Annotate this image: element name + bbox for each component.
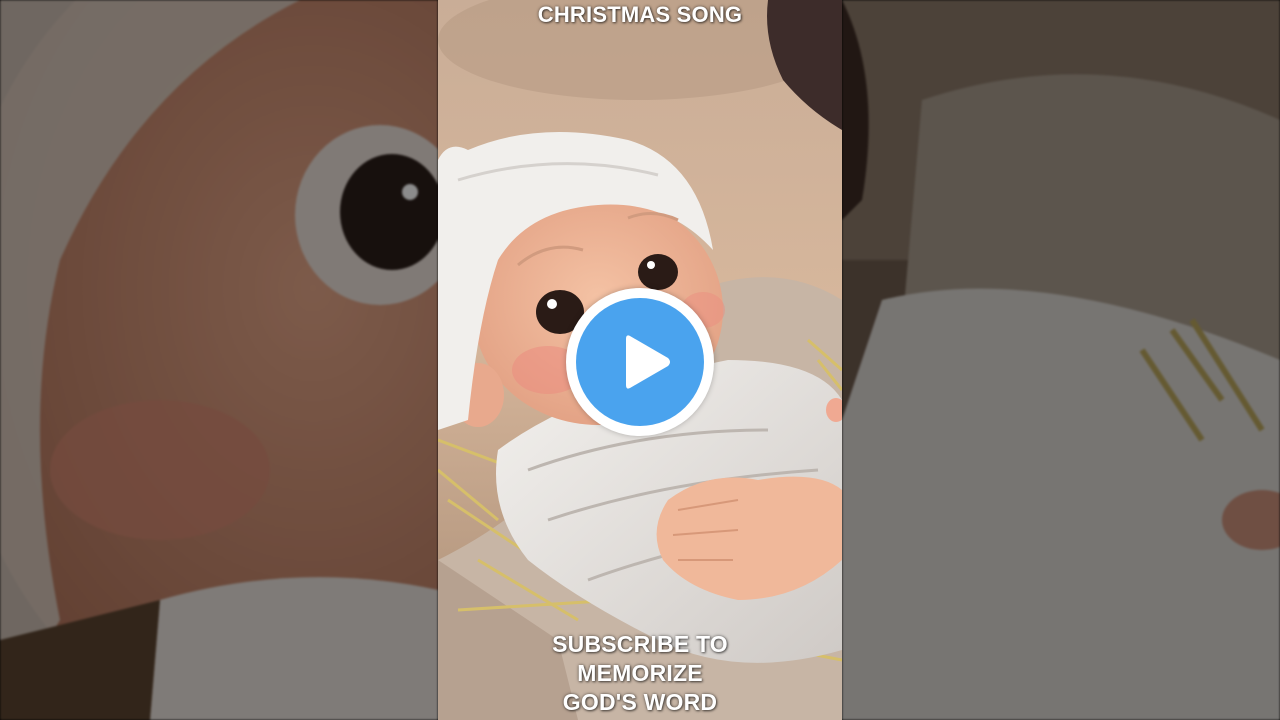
bottom-caption: SUBSCRIBE TO MEMORIZE GOD'S WORD: [438, 630, 842, 717]
top-caption: CHRISTMAS SONG: [537, 2, 743, 27]
bottom-caption-line: GOD'S WORD: [562, 689, 718, 715]
blurred-background-left: [0, 0, 438, 720]
blurred-background-right: [842, 0, 1280, 720]
video-player[interactable]: CHRISTMAS SONG SUBSCRIBE TO MEMORIZE GOD…: [0, 0, 1280, 720]
play-button-circle[interactable]: [576, 298, 704, 426]
play-button[interactable]: [566, 288, 714, 436]
bottom-caption-line: MEMORIZE: [577, 660, 703, 686]
play-icon: [626, 335, 670, 389]
bottom-caption-line: SUBSCRIBE TO: [552, 631, 728, 657]
